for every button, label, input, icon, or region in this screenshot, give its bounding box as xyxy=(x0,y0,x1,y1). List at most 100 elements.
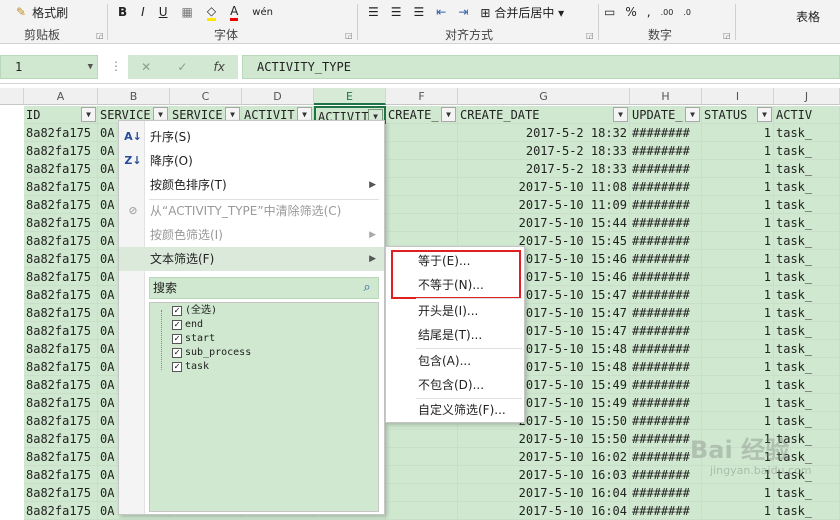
table-cell[interactable]: 8a82fa175 xyxy=(24,484,98,502)
table-cell[interactable]: 2017-5-10 15:50 xyxy=(458,430,630,448)
column-letter-h[interactable]: H xyxy=(630,88,702,105)
comma-icon[interactable]: , xyxy=(647,5,651,19)
table-cell[interactable]: task_ xyxy=(774,304,840,322)
filter-dropdown-icon[interactable]: ▼ xyxy=(441,107,456,122)
insert-function-button[interactable]: fx xyxy=(214,60,225,74)
table-cell[interactable]: 2017-5-10 16:02 xyxy=(458,448,630,466)
table-cell[interactable]: 1 xyxy=(702,502,774,520)
table-cell[interactable]: task_ xyxy=(774,142,840,160)
table-cell[interactable]: 1 xyxy=(702,394,774,412)
table-cell[interactable]: task_ xyxy=(774,412,840,430)
currency-icon[interactable]: ▭ xyxy=(604,5,615,19)
header-cell[interactable]: CREATE_DATE ▼ xyxy=(458,106,630,124)
table-cell[interactable] xyxy=(386,484,458,502)
table-cell[interactable] xyxy=(386,124,458,142)
table-cell[interactable]: 1 xyxy=(702,286,774,304)
checkbox-checked-icon[interactable]: ✓ xyxy=(172,334,182,344)
table-cell[interactable]: 8a82fa175 xyxy=(24,232,98,250)
checkbox-checked-icon[interactable]: ✓ xyxy=(172,306,182,316)
table-cell[interactable] xyxy=(386,178,458,196)
name-box[interactable]: 1 ▼ xyxy=(0,55,98,79)
list-item[interactable]: ✓ (全选) xyxy=(172,304,217,318)
table-cell[interactable]: 1 xyxy=(702,124,774,142)
decimal-dec-icon[interactable]: .0 xyxy=(683,8,691,17)
font-launcher-icon[interactable]: ◲ xyxy=(345,31,353,40)
filter-search-input[interactable]: 搜索 ⌕ xyxy=(149,277,379,299)
table-cell[interactable] xyxy=(386,142,458,160)
column-letter-b[interactable]: B xyxy=(98,88,170,105)
list-item[interactable]: ✓ start xyxy=(172,332,215,346)
table-cell[interactable]: task_ xyxy=(774,502,840,520)
table-cell[interactable]: 1 xyxy=(702,250,774,268)
table-cell[interactable]: task_ xyxy=(774,232,840,250)
column-letter-g[interactable]: G xyxy=(458,88,630,105)
table-cell[interactable]: ######## xyxy=(630,250,702,268)
column-letter-f[interactable]: F xyxy=(386,88,458,105)
formula-input[interactable]: ACTIVITY_TYPE xyxy=(242,55,840,79)
list-item[interactable]: ✓ sub_process xyxy=(172,346,251,360)
table-cell[interactable]: 2017-5-2 18:32 xyxy=(458,124,630,142)
table-cell[interactable]: 8a82fa175 xyxy=(24,322,98,340)
table-cell[interactable]: 1 xyxy=(702,376,774,394)
table-cell[interactable]: task_ xyxy=(774,340,840,358)
table-cell[interactable]: 1 xyxy=(702,322,774,340)
table-cell[interactable]: 8a82fa175 xyxy=(24,196,98,214)
table-cell[interactable]: task_ xyxy=(774,394,840,412)
table-cell[interactable]: 8a82fa175 xyxy=(24,502,98,520)
table-cell[interactable]: task_ xyxy=(774,250,840,268)
filter-dropdown-icon[interactable]: ▼ xyxy=(81,107,96,122)
table-cell[interactable]: 1 xyxy=(702,196,774,214)
header-cell[interactable]: CREATE_ ▼ xyxy=(386,106,458,124)
indent-increase-icon[interactable]: ⇥ xyxy=(458,5,468,19)
header-cell[interactable]: ID ▼ xyxy=(24,106,98,124)
phonetic-icon[interactable]: wén xyxy=(252,7,273,18)
table-cell[interactable]: 8a82fa175 xyxy=(24,268,98,286)
table-cell[interactable]: ######## xyxy=(630,340,702,358)
header-cell[interactable]: UPDATE_ ▼ xyxy=(630,106,702,124)
table-cell[interactable] xyxy=(386,502,458,520)
chevron-down-icon[interactable]: ▼ xyxy=(88,56,93,78)
custom-filter-item[interactable]: 自定义筛选(F)... xyxy=(386,398,524,422)
table-cell[interactable]: ######## xyxy=(630,484,702,502)
table-cell[interactable]: 1 xyxy=(702,412,774,430)
table-cell[interactable]: ######## xyxy=(630,286,702,304)
not-contains-item[interactable]: 不包含(D)... xyxy=(386,373,524,397)
table-cell[interactable]: task_ xyxy=(774,160,840,178)
begins-with-item[interactable]: 开头是(I)... xyxy=(386,299,524,323)
align-right-icon[interactable]: ☰ xyxy=(414,5,425,19)
table-cell[interactable] xyxy=(386,160,458,178)
checkbox-checked-icon[interactable]: ✓ xyxy=(172,362,182,372)
table-cell[interactable]: ######## xyxy=(630,322,702,340)
table-cell[interactable]: ######## xyxy=(630,394,702,412)
table-cell[interactable]: task_ xyxy=(774,376,840,394)
table-cell[interactable]: 8a82fa175 xyxy=(24,448,98,466)
table-cell[interactable]: ######## xyxy=(630,412,702,430)
table-cell[interactable]: task_ xyxy=(774,286,840,304)
table-cell[interactable]: ######## xyxy=(630,160,702,178)
table-cell[interactable]: ######## xyxy=(630,196,702,214)
number-launcher-icon[interactable]: ◲ xyxy=(723,31,731,40)
table-cell[interactable]: ######## xyxy=(630,142,702,160)
table-cell[interactable] xyxy=(386,448,458,466)
table-cell[interactable]: ######## xyxy=(630,268,702,286)
table-cell[interactable]: 2017-5-2 18:33 xyxy=(458,160,630,178)
table-cell[interactable]: ######## xyxy=(630,304,702,322)
table-cell[interactable]: 8a82fa175 xyxy=(24,394,98,412)
checkbox-checked-icon[interactable]: ✓ xyxy=(172,348,182,358)
table-cell[interactable] xyxy=(386,196,458,214)
table-cell[interactable]: 1 xyxy=(702,232,774,250)
table-cell[interactable]: 1 xyxy=(702,142,774,160)
column-letter-i[interactable]: I xyxy=(702,88,774,105)
table-cell[interactable]: ######## xyxy=(630,358,702,376)
confirm-icon[interactable]: ✓ xyxy=(177,60,187,74)
align-left-icon[interactable]: ☰ xyxy=(368,5,379,19)
table-cell[interactable]: task_ xyxy=(774,484,840,502)
clipboard-launcher-icon[interactable]: ◲ xyxy=(96,31,104,40)
table-cell[interactable]: 2017-5-10 16:04 xyxy=(458,502,630,520)
table-cell[interactable]: 8a82fa175 xyxy=(24,214,98,232)
percent-button[interactable]: % xyxy=(625,5,636,19)
list-item[interactable]: ✓ task xyxy=(172,360,209,374)
table-cell[interactable]: task_ xyxy=(774,358,840,376)
table-cell[interactable]: 8a82fa175 xyxy=(24,376,98,394)
filter-dropdown-icon[interactable]: ▼ xyxy=(685,107,700,122)
